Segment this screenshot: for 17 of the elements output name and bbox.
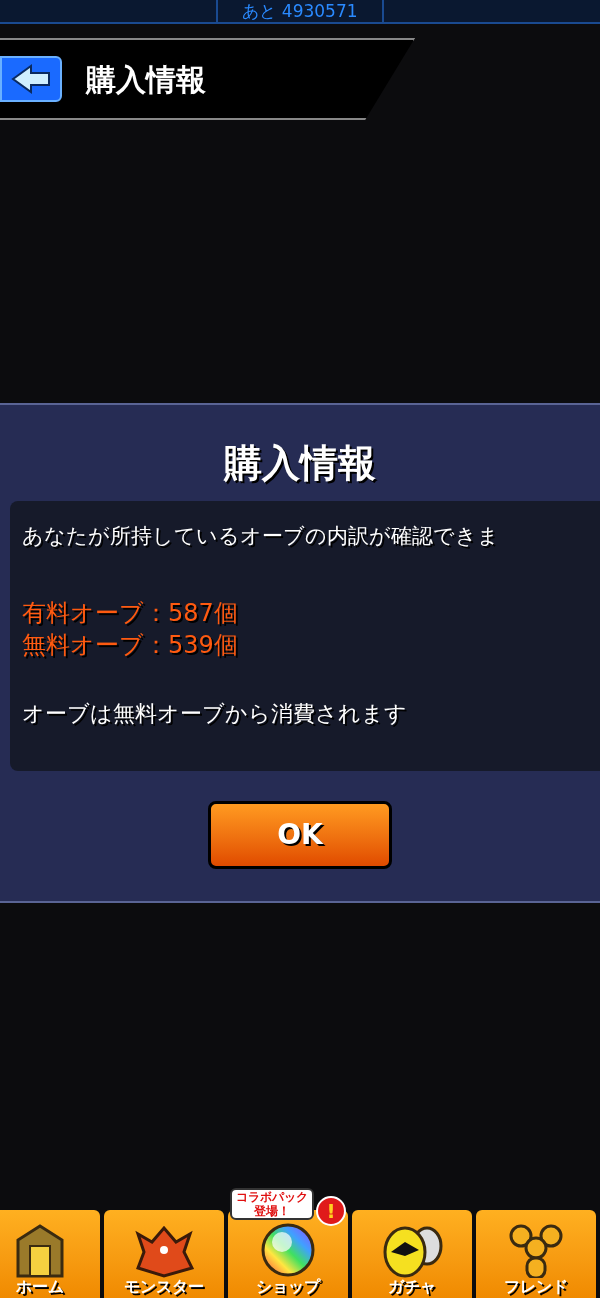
note-text: オーブは無料オーブから消費されます [22, 699, 408, 728]
back-arrow-icon [11, 64, 51, 94]
nav-tab[interactable]: フレンド [476, 1210, 596, 1298]
alert-badge: ! [316, 1196, 346, 1226]
ok-button[interactable]: OK [208, 801, 392, 869]
nav-tab[interactable]: ホーム [0, 1210, 100, 1298]
page-title: 購入情報 [86, 60, 206, 99]
orb-icon [260, 1222, 316, 1278]
bubble-text: コラボパック [236, 1190, 308, 1204]
paid-orb-count: 有料オーブ：587個 [22, 597, 239, 629]
free-orb-count: 無料オーブ：539個 [22, 629, 239, 661]
remaining-count: あと 4930571 [216, 0, 384, 22]
dialog-title: 購入情報 [222, 440, 377, 487]
nav-tab[interactable]: モンスター [104, 1210, 224, 1298]
nav-tab[interactable]: ガチャ [352, 1210, 472, 1298]
back-button[interactable] [0, 56, 62, 102]
message-text: あなたが所持しているオーブの内訳が確認できま [22, 523, 500, 550]
